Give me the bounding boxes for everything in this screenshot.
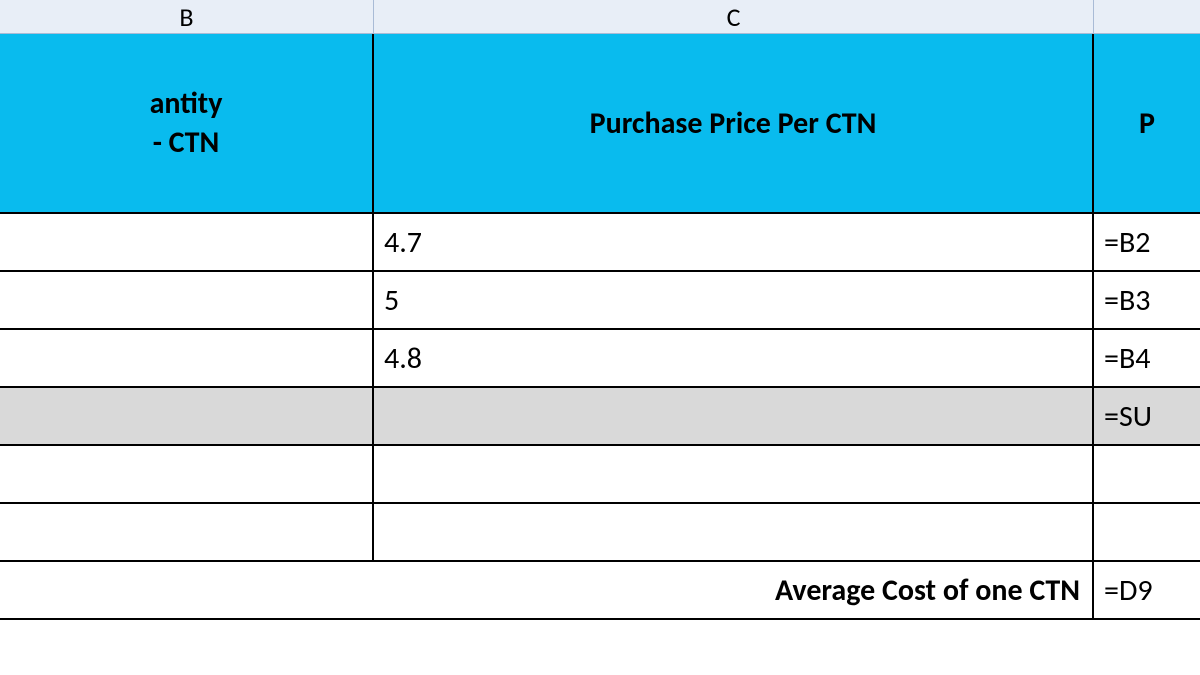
cell-b8[interactable] xyxy=(0,562,374,618)
cell-b5[interactable] xyxy=(0,388,374,444)
header-d-label: P xyxy=(1139,104,1155,143)
header-cell-d[interactable]: P xyxy=(1094,34,1200,212)
cell-c3[interactable]: 5 xyxy=(374,272,1094,328)
header-quantity-line1: antity xyxy=(150,84,223,123)
table-row: 4.7 =B2 xyxy=(0,214,1200,272)
cell-c4[interactable]: 4.8 xyxy=(374,330,1094,386)
cell-c8-average-label[interactable]: Average Cost of one CTN xyxy=(374,562,1094,618)
cell-d8[interactable]: =D9 xyxy=(1094,562,1200,618)
cell-d4[interactable]: =B4 xyxy=(1094,330,1200,386)
header-cell-price[interactable]: Purchase Price Per CTN xyxy=(374,34,1094,212)
cell-b6[interactable] xyxy=(0,446,374,502)
column-headers-row: B C xyxy=(0,0,1200,34)
cell-d5[interactable]: =SU xyxy=(1094,388,1200,444)
column-header-b[interactable]: B xyxy=(0,0,374,33)
cell-c2[interactable]: 4.7 xyxy=(374,214,1094,270)
table-row xyxy=(0,504,1200,562)
column-header-d[interactable] xyxy=(1094,0,1200,33)
cell-b3[interactable] xyxy=(0,272,374,328)
cell-d7[interactable] xyxy=(1094,504,1200,560)
spreadsheet: B C antity - CTN Purchase Price Per CTN … xyxy=(0,0,1200,675)
header-quantity-line2: - CTN xyxy=(153,123,220,162)
cell-c5[interactable] xyxy=(374,388,1094,444)
cell-c6[interactable] xyxy=(374,446,1094,502)
table-row xyxy=(0,446,1200,504)
header-price-label: Purchase Price Per CTN xyxy=(590,104,877,143)
column-header-c[interactable]: C xyxy=(374,0,1094,33)
cell-d6[interactable] xyxy=(1094,446,1200,502)
table-row-sum: =SU xyxy=(0,388,1200,446)
table-row-average: Average Cost of one CTN =D9 xyxy=(0,562,1200,620)
header-cell-quantity[interactable]: antity - CTN xyxy=(0,34,374,212)
table-row: 5 =B3 xyxy=(0,272,1200,330)
cell-b7[interactable] xyxy=(0,504,374,560)
table-header-row: antity - CTN Purchase Price Per CTN P xyxy=(0,34,1200,214)
cell-c7[interactable] xyxy=(374,504,1094,560)
cell-b4[interactable] xyxy=(0,330,374,386)
cell-d3[interactable]: =B3 xyxy=(1094,272,1200,328)
cell-d2[interactable]: =B2 xyxy=(1094,214,1200,270)
table-row: 4.8 =B4 xyxy=(0,330,1200,388)
cell-b2[interactable] xyxy=(0,214,374,270)
